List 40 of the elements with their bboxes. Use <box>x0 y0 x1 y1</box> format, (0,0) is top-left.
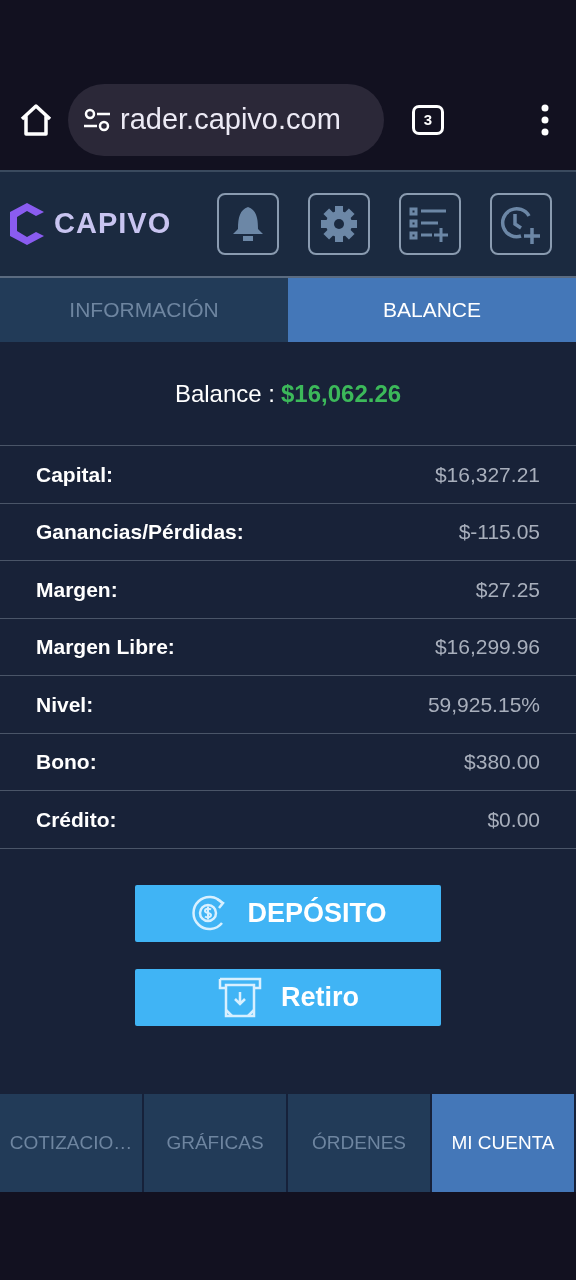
row-value: $380.00 <box>464 749 540 775</box>
row-label: Margen Libre: <box>36 634 175 660</box>
row-value: $16,299.96 <box>434 634 540 660</box>
row-value: $27.25 <box>475 576 540 603</box>
nav-tab[interactable]: GRÁFICAS <box>144 1094 288 1192</box>
row-value: $16,327.21 <box>434 461 540 488</box>
row-label: Crédito: <box>36 806 117 833</box>
nav-tab[interactable]: COTIZACIO… <box>0 1094 144 1192</box>
row-label: Capital: <box>36 461 113 488</box>
balance-label: Balance : <box>174 378 275 409</box>
home-icon[interactable] <box>18 103 54 137</box>
clock-add-icon <box>499 204 543 244</box>
row-label: Margen: <box>36 576 118 603</box>
logo-icon <box>8 201 46 247</box>
deposit-button[interactable]: DEPÓSITO <box>135 884 441 942</box>
settings-button[interactable] <box>308 193 370 255</box>
row-label: Ganancias/Pérdidas: <box>36 519 244 545</box>
address-bar[interactable]: rader.capivo.com <box>68 84 384 156</box>
row-value: 59,925.15% <box>427 691 540 718</box>
site-settings-icon[interactable] <box>82 107 112 133</box>
more-menu-icon[interactable] <box>540 104 550 136</box>
tab-count-button[interactable]: 3 <box>412 105 444 135</box>
logo-text: CAPIVO <box>54 206 172 242</box>
notifications-button[interactable] <box>217 193 279 255</box>
tab[interactable]: BALANCE <box>288 278 576 342</box>
nav-tab[interactable]: MI CUENTA <box>432 1094 576 1192</box>
tab[interactable]: INFORMACIÓN <box>0 278 288 342</box>
nav-tab[interactable]: ÓRDENES <box>288 1094 432 1192</box>
atm-withdraw-icon <box>217 976 263 1018</box>
row-value: $0.00 <box>487 806 540 833</box>
row-label: Bono: <box>36 749 97 775</box>
add-clock-button[interactable] <box>490 193 552 255</box>
balance-value: $16,062.26 <box>280 378 402 409</box>
url-text: rader.capivo.com <box>120 102 341 138</box>
row-label: Nivel: <box>36 691 94 718</box>
add-list-button[interactable] <box>399 193 461 255</box>
row-value: $-115.05 <box>458 519 540 545</box>
withdraw-button[interactable]: Retiro <box>135 968 441 1026</box>
settings-icon <box>319 204 359 244</box>
bell-icon <box>231 205 265 243</box>
